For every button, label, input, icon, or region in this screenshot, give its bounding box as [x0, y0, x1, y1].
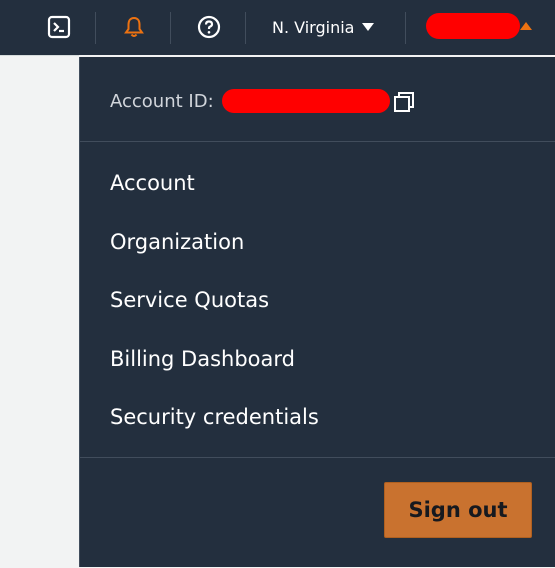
caret-up-icon [520, 22, 532, 30]
topbar-divider [405, 12, 406, 44]
copy-icon [394, 92, 414, 112]
topbar-divider [95, 12, 96, 44]
account-menu-button[interactable] [424, 13, 534, 39]
account-dropdown-menu: Account ID: Account Organization Service… [79, 57, 555, 567]
copy-account-id-button[interactable] [393, 91, 415, 113]
account-id-row: Account ID: [110, 87, 390, 115]
menu-item-service-quotas[interactable]: Service Quotas [110, 285, 269, 315]
account-name-redacted [426, 13, 520, 39]
terminal-icon [47, 15, 71, 39]
region-label: N. Virginia [272, 17, 355, 37]
menu-item-security-credentials[interactable]: Security credentials [110, 402, 319, 432]
top-navigation-bar: N. Virginia [0, 0, 555, 55]
help-button[interactable] [196, 14, 222, 40]
account-id-value-redacted [222, 89, 390, 113]
topbar-divider [170, 12, 171, 44]
menu-divider [80, 457, 555, 458]
notifications-button[interactable] [121, 14, 147, 40]
menu-item-account[interactable]: Account [110, 168, 195, 198]
menu-item-billing-dashboard[interactable]: Billing Dashboard [110, 344, 295, 374]
menu-divider [80, 141, 555, 142]
help-icon [197, 15, 221, 39]
region-selector[interactable]: N. Virginia [272, 16, 375, 38]
bell-icon [124, 16, 144, 37]
caret-down-icon [362, 23, 375, 31]
cloudshell-button[interactable] [46, 14, 72, 40]
page-background [0, 55, 79, 568]
topbar-divider [245, 12, 246, 44]
sign-out-button[interactable]: Sign out [384, 482, 532, 538]
menu-item-organization[interactable]: Organization [110, 227, 244, 257]
account-id-label: Account ID: [110, 90, 214, 112]
